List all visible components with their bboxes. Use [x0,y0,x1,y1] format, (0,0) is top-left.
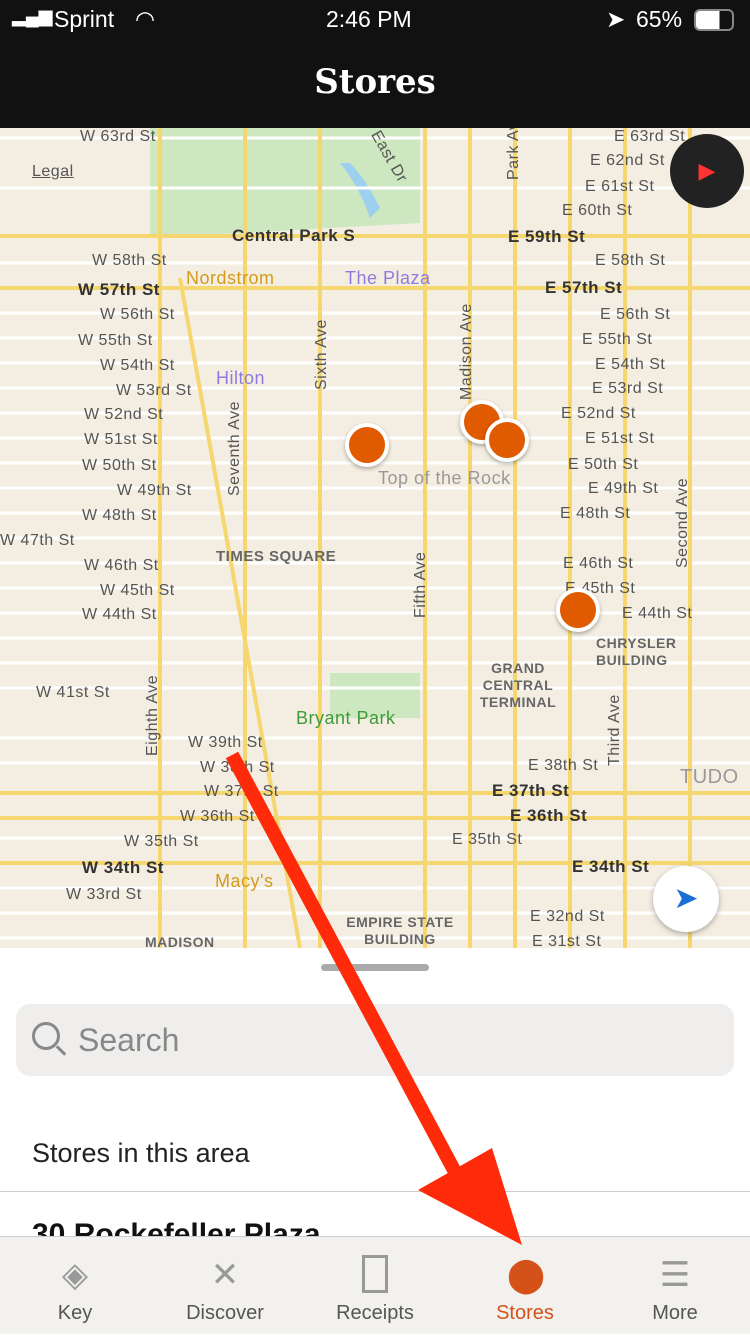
annotation-arrow [225,751,522,1245]
